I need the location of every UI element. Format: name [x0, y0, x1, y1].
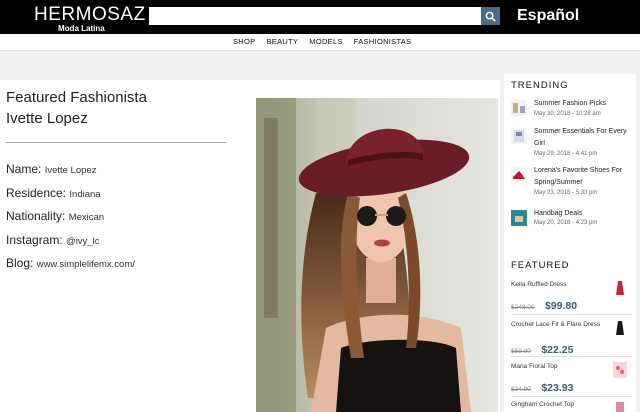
product-name: Maria Floral Top: [511, 363, 558, 370]
instagram-link[interactable]: @ivy_lc: [66, 236, 99, 247]
product-name: Crochet Lace Fit & Flare Dress: [511, 321, 601, 328]
trending-thumbnail: [511, 167, 527, 183]
top-header: HERMOSAZ Moda Latina Español: [0, 0, 640, 34]
trending-title: Handbag Deals: [534, 210, 583, 217]
trending-date: May 23, 2018 - 5:33 pm: [534, 190, 598, 196]
product-divider: [511, 314, 633, 315]
title-line-2: Ivette Lopez: [6, 110, 88, 127]
product-name: Gingham Crochet Top: [511, 401, 575, 408]
fashionista-photo: [256, 98, 498, 412]
product-divider: [511, 396, 633, 397]
article-title: Featured Fashionista Ivette Lopez: [6, 87, 147, 129]
profile-facts: Name: Ivette Lopez Residence: Indiana Na…: [6, 162, 135, 280]
nav-item-fashionistas[interactable]: FASHIONISTAS: [354, 37, 412, 46]
fact-label: Nationality:: [6, 209, 66, 223]
trending-item[interactable]: Summer Essentials For Every Girl May 29,…: [511, 126, 633, 166]
product-divider: [511, 356, 633, 357]
trending-title: Summer Fashion Picks: [534, 100, 606, 107]
old-price: $34.90: [511, 386, 531, 393]
nav-item-beauty[interactable]: BEAUTY: [266, 37, 298, 46]
site-logo[interactable]: HERMOSAZ Moda Latina: [34, 4, 146, 33]
trending-thumbnail: [511, 100, 527, 116]
blog-link[interactable]: www.simplelifemx.com/: [37, 259, 135, 270]
trending-heading: TRENDING: [511, 80, 569, 91]
logo-sub-text: Moda Latina: [58, 24, 105, 33]
sale-price: $22.25: [541, 344, 574, 356]
fact-instagram: Instagram: @ivy_lc: [6, 233, 135, 257]
trending-date: May 29, 2018 - 4:41 pm: [534, 151, 598, 157]
old-price: $248.00: [511, 304, 535, 311]
fact-value: Ivette Lopez: [44, 165, 97, 176]
nav-item-models[interactable]: MODELS: [309, 37, 342, 46]
sale-price: $99.80: [544, 300, 578, 312]
sidebar: TRENDING Summer Fashion Picks May 30, 20…: [504, 74, 636, 412]
sale-price: $23.93: [541, 382, 574, 394]
product-name: Keila Ruffled Dress: [511, 281, 567, 288]
trending-item[interactable]: Handbag Deals May 20, 2018 - 4:23 pm: [511, 208, 633, 238]
featured-product[interactable]: Crochet Lace Fit & Flare Dress $59.00 $2…: [511, 320, 633, 360]
title-line-1: Featured Fashionista: [6, 89, 147, 106]
title-divider: [6, 142, 226, 143]
fact-label: Residence:: [6, 185, 67, 200]
fact-label: Blog:: [6, 256, 34, 270]
fact-blog: Blog: www.simplelifemx.com/: [6, 256, 135, 280]
featured-product[interactable]: Maria Floral Top $34.90 $23.93: [511, 362, 633, 396]
trending-title: Summer Essentials For Every Girl: [534, 128, 627, 147]
main-nav: SHOP BEAUTY MODELS FASHIONISTAS: [0, 34, 640, 51]
search-input[interactable]: [149, 7, 481, 25]
search-icon: [485, 11, 496, 22]
fact-label: Name:: [6, 162, 42, 176]
product-thumbnail: [613, 320, 627, 336]
old-price: $59.00: [511, 348, 531, 355]
fact-residence: Residence: Indiana: [6, 186, 135, 210]
product-price: $248.00 $99.80: [511, 296, 577, 314]
product-price: $34.90 $23.93: [511, 378, 573, 396]
fact-nationality: Nationality: Mexican: [6, 209, 135, 233]
trending-date: May 30, 2018 - 10:28 am: [534, 111, 601, 117]
fact-value: Mexican: [68, 212, 105, 223]
fact-label: Instagram:: [6, 232, 63, 247]
product-thumbnail: [613, 280, 627, 296]
product-thumbnail: [613, 362, 627, 378]
nav-item-shop[interactable]: SHOP: [233, 37, 255, 46]
language-switch[interactable]: Español: [517, 7, 579, 25]
fact-name: Name: Ivette Lopez: [6, 162, 135, 186]
logo-main-text: HERMOSAZ: [34, 4, 146, 25]
featured-product[interactable]: Gingham Crochet Top: [511, 400, 633, 412]
product-thumbnail: [613, 400, 627, 412]
featured-heading: FEATURED: [511, 260, 570, 271]
featured-product[interactable]: Keila Ruffled Dress $248.00 $99.80: [511, 280, 633, 314]
trending-thumbnail: [511, 210, 527, 226]
fact-value: Indiana: [69, 188, 101, 200]
trending-title: Lorena's Favorite Shoes For Spring/Summe…: [534, 167, 623, 186]
trending-thumbnail: [511, 128, 527, 144]
search-button[interactable]: [481, 7, 500, 25]
trending-item[interactable]: Lorena's Favorite Shoes For Spring/Summe…: [511, 165, 633, 205]
trending-date: May 20, 2018 - 4:23 pm: [534, 220, 598, 226]
featured-article: Featured Fashionista Ivette Lopez Name: …: [0, 80, 500, 412]
